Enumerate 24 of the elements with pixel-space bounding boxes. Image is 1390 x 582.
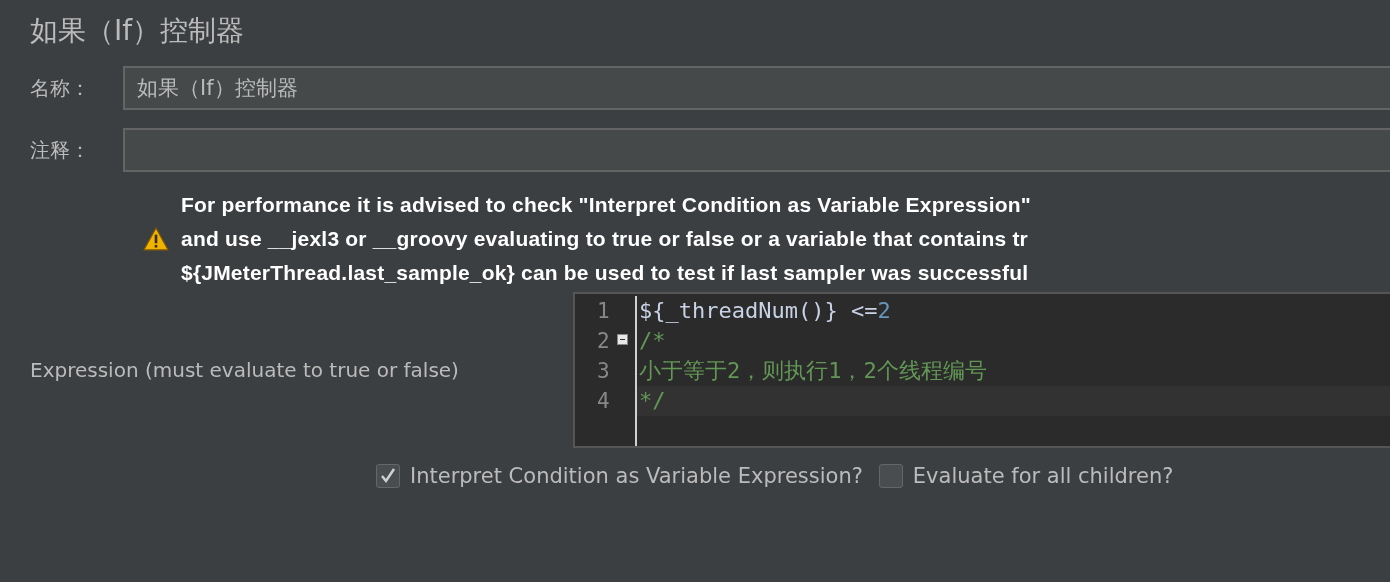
code-line: /* xyxy=(639,328,666,353)
warning-text: and use __jexl3 or __groovy evaluating to true or false or a variable that contains tr xyxy=(181,226,1029,252)
field-label: 注释： xyxy=(30,136,91,164)
line-number: 2 xyxy=(597,328,610,355)
code-editor[interactable]: 1 2 3 4 ${_threadNum()} <=2 /* 小于等于2，则执行1，2个线程编号 */ xyxy=(573,292,1390,448)
expression-label: Expression (must evaluate to true or false) xyxy=(30,358,460,382)
checkbox-label: Interpret Condition as Variable Expression? xyxy=(410,464,863,488)
code-line: ${_threadNum()} <=2 xyxy=(639,298,891,323)
checkbox[interactable] xyxy=(376,464,400,488)
collapse-icon[interactable] xyxy=(617,334,628,345)
line-number: 4 xyxy=(597,388,610,415)
checkbox[interactable] xyxy=(878,464,903,488)
field-label: 名称： xyxy=(30,74,91,102)
warning-icon xyxy=(143,227,169,251)
code-line: 小于等于2，则执行1，2个线程编号 xyxy=(639,358,987,383)
checkbox-label: Evaluate for all children? xyxy=(912,464,1174,488)
input-field[interactable]: 如果（If）控制器 xyxy=(123,66,1390,110)
line-number: 1 xyxy=(597,298,610,325)
panel-title: 如果（If）控制器 xyxy=(30,13,246,49)
input-field[interactable] xyxy=(123,128,1390,172)
line-number: 3 xyxy=(597,358,610,385)
warning-text: ${JMeterThread.last_sample_ok} can be used to test if last sampler was successful xyxy=(181,260,1030,286)
code-line: */ xyxy=(639,388,666,413)
warning-text: For performance it is advised to check "Interpret Condition as Variable Expression" xyxy=(181,192,1031,218)
